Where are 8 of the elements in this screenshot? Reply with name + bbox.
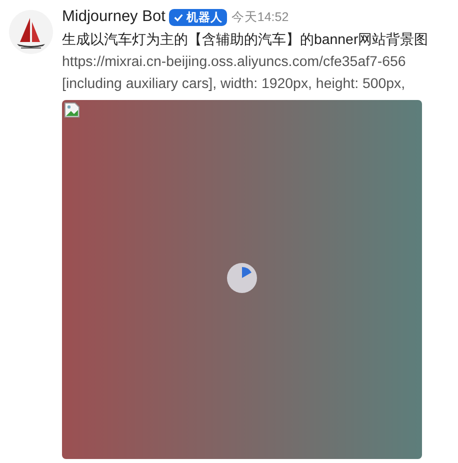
message-text: [including auxiliary cars], width: 1920px, height: 500px, bbox=[62, 75, 406, 94]
timestamp: 今天14:52 bbox=[231, 8, 289, 26]
loading-spinner-icon bbox=[227, 263, 257, 293]
bot-badge: 机器人 bbox=[169, 8, 228, 26]
broken-image-icon bbox=[64, 102, 80, 118]
message-text: https://mixrai.cn-beijing.oss.aliyuncs.com/cfe35af7-656 bbox=[62, 53, 407, 72]
sender-name[interactable]: Midjourney Bot bbox=[62, 8, 166, 26]
message-text: 生成以汽车灯为主的【含辅助的汽车】的banner网站背景图 bbox=[62, 31, 428, 50]
